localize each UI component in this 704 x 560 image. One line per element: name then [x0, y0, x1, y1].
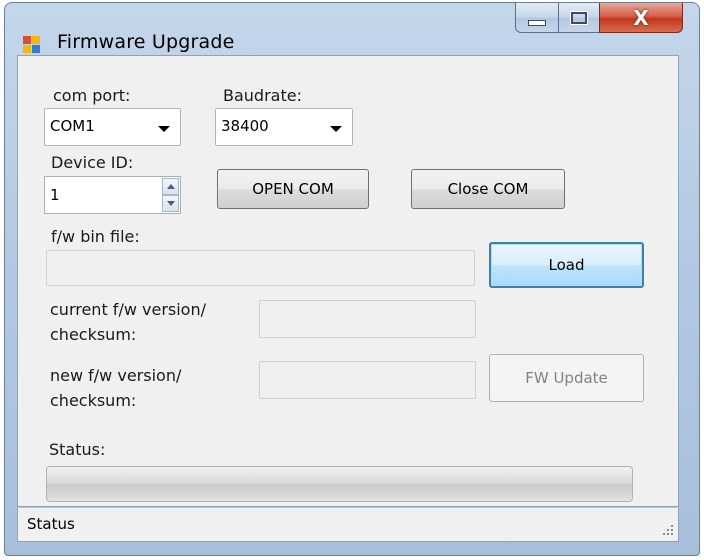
status-label: Status: — [49, 440, 106, 459]
new-version-label-line2: checksum: — [50, 391, 137, 410]
new-version-field[interactable] — [259, 361, 476, 399]
resize-grip-icon[interactable] — [662, 525, 674, 537]
load-button[interactable]: Load — [489, 242, 644, 288]
spin-up-icon[interactable] — [162, 178, 179, 195]
fw-bin-file-label: f/w bin file: — [51, 227, 140, 246]
maximize-button[interactable] — [558, 3, 600, 33]
spin-down-icon[interactable] — [162, 195, 179, 212]
title-bar[interactable]: Firmware Upgrade X — [5, 3, 699, 59]
current-version-field[interactable] — [259, 300, 476, 338]
current-version-label-line1: current f/w version/ — [50, 300, 206, 319]
current-version-label-line2: checksum: — [50, 325, 137, 344]
close-icon: X — [633, 5, 649, 30]
minimize-icon — [528, 19, 546, 26]
dropdown-arrow-icon — [330, 126, 342, 132]
upgrade-progress-bar — [46, 466, 633, 502]
new-version-label-line1: new f/w version/ — [50, 366, 182, 385]
device-id-value: 1 — [50, 186, 60, 204]
fw-bin-file-field[interactable] — [46, 250, 475, 286]
minimize-button[interactable] — [515, 3, 559, 33]
status-bar-text: Status — [27, 515, 75, 533]
com-port-label: com port: — [53, 86, 131, 105]
device-id-spinner[interactable]: 1 — [44, 176, 181, 214]
app-icon — [23, 36, 41, 54]
status-bar: Status — [17, 507, 679, 542]
com-port-value: COM1 — [50, 117, 95, 135]
dropdown-arrow-icon — [158, 126, 170, 132]
window-title: Firmware Upgrade — [57, 31, 235, 53]
open-com-button[interactable]: OPEN COM — [217, 169, 369, 209]
close-com-button[interactable]: Close COM — [411, 169, 565, 209]
close-button[interactable]: X — [599, 3, 683, 33]
baudrate-label: Baudrate: — [223, 86, 302, 105]
com-port-select[interactable]: COM1 — [44, 108, 181, 146]
baudrate-select[interactable]: 38400 — [215, 108, 353, 146]
maximize-icon — [570, 10, 588, 25]
fw-update-button[interactable]: FW Update — [489, 354, 644, 402]
baudrate-value: 38400 — [221, 117, 269, 135]
spin-buttons — [162, 178, 179, 212]
device-id-label: Device ID: — [51, 153, 134, 172]
client-area: com port: COM1 Baudrate: 38400 Device ID… — [17, 55, 679, 507]
